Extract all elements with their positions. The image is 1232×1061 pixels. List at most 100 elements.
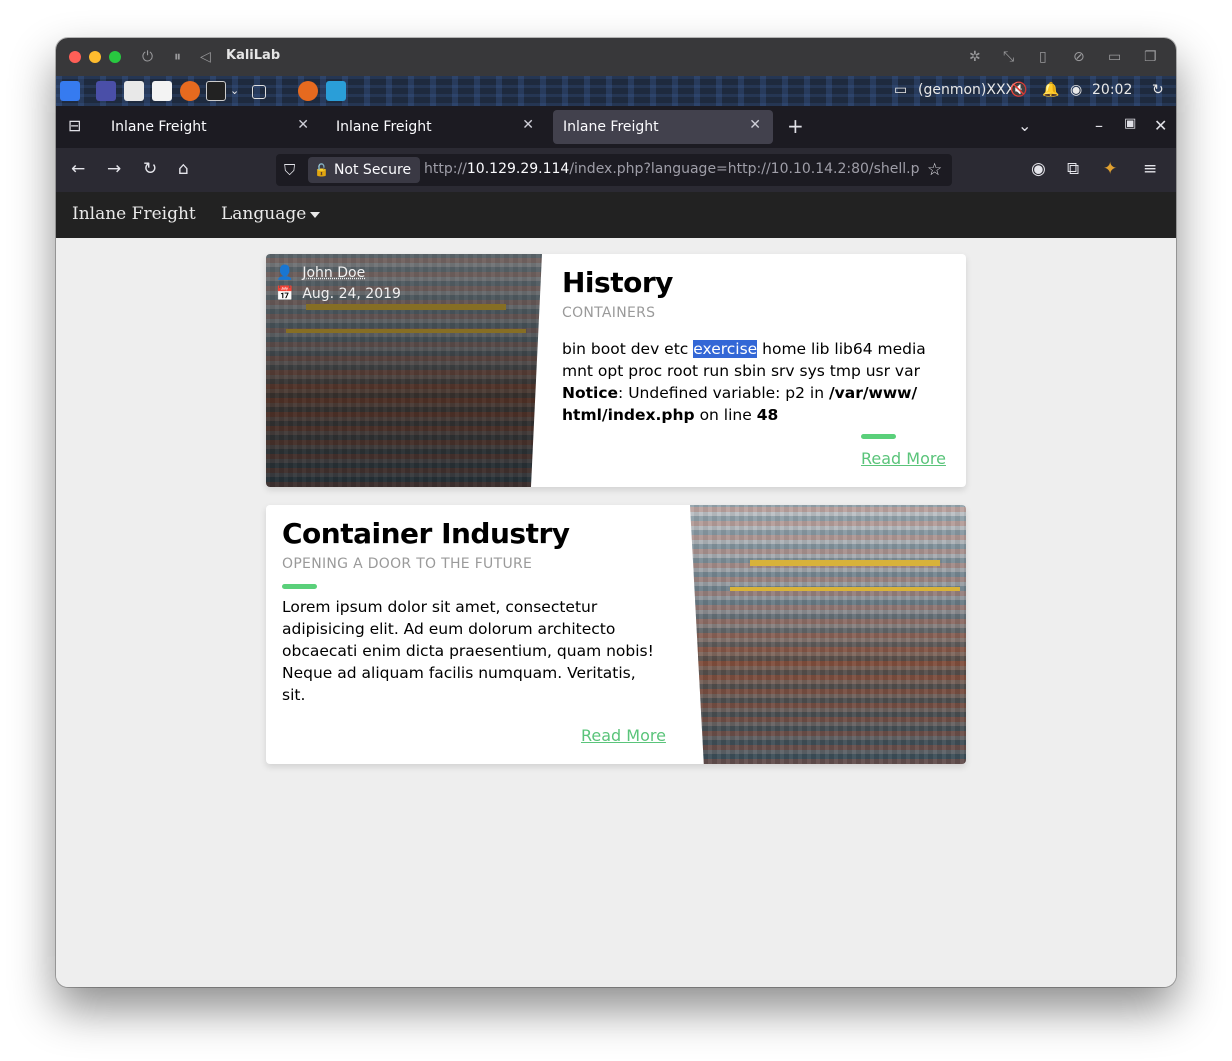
read-more-link[interactable]: Read More	[581, 726, 666, 745]
url-bar[interactable]: ⛉ 🔓 Not Secure http://10.129.29.114/inde…	[276, 154, 952, 186]
terminal-icon[interactable]	[206, 81, 226, 101]
windows-icon[interactable]: ❐	[1144, 47, 1157, 67]
spinner-icon[interactable]: ✲	[969, 47, 981, 67]
zoom-window-button[interactable]	[109, 51, 121, 63]
mute-icon[interactable]: 🔇	[1010, 82, 1027, 98]
post-subtitle: CONTAINERS	[562, 305, 656, 321]
lock-icon: 🔓	[314, 163, 329, 177]
crane-shape	[306, 304, 506, 310]
kali-panel: ⌄ ▭ (genmon)XXX 🔇 🔔 ◉ 20:02 ↻	[56, 76, 1176, 106]
crane-shape	[730, 587, 960, 591]
read-more-link[interactable]: Read More	[861, 449, 946, 468]
firefox-task-icon[interactable]	[298, 81, 318, 101]
close-window-button[interactable]	[69, 51, 81, 63]
post-title: History	[562, 266, 673, 299]
url-prefix: http://	[424, 161, 467, 177]
shield-icon[interactable]: ⛉	[284, 160, 295, 180]
power-manager-icon[interactable]: ◉	[1070, 82, 1082, 98]
tab-3[interactable]: Inlane Freight ✕	[553, 110, 773, 144]
php-notice: Notice: Undefined variable: p2 in /var/w…	[562, 384, 918, 402]
nav-toolbar: ← → ↻ ⌂ ⛉ 🔓 Not Secure http://10.129.29.…	[56, 148, 1176, 192]
vm-title: KaliLab	[226, 48, 281, 63]
account-icon[interactable]: ◉	[1031, 159, 1046, 179]
chevron-down-icon[interactable]: ⌄	[230, 84, 239, 97]
site-brand-link[interactable]: Inlane Freight	[72, 204, 196, 224]
kali-menu-icon[interactable]	[60, 81, 80, 101]
home-icon[interactable]: ⌂	[178, 159, 189, 179]
usb-icon[interactable]: ▯	[1039, 47, 1047, 67]
app-task-icon[interactable]	[326, 81, 346, 101]
new-tab-icon[interactable]: +	[787, 114, 804, 138]
workspace-icon[interactable]	[252, 85, 266, 99]
genmon-text: (genmon)XXX	[918, 82, 1016, 98]
url-text[interactable]: http://10.129.29.114/index.php?language=…	[424, 161, 920, 177]
tab-title: Inlane Freight	[111, 119, 207, 135]
back-triangle-icon[interactable]: ◁	[200, 47, 211, 67]
body-line: mnt opt proc root run sbin srv sys tmp u…	[562, 362, 920, 380]
bell-icon[interactable]: 🔔	[1042, 82, 1059, 98]
url-host: 10.129.29.114	[466, 161, 570, 177]
list-tabs-icon[interactable]: ⌄	[1018, 116, 1031, 135]
body-line: adipisicing elit. Ad eum dolorum archite…	[282, 620, 616, 638]
post-title: Container Industry	[282, 517, 570, 550]
pause-icon[interactable]: ⏸	[174, 47, 181, 67]
reload-icon[interactable]: ↻	[143, 159, 157, 179]
crane-shape	[286, 329, 526, 333]
power-icon[interactable]: ⏻	[142, 47, 153, 67]
close-icon[interactable]: ✕	[1154, 116, 1167, 135]
selected-text: exercise	[693, 340, 758, 358]
monitor-icon: ▭	[894, 82, 908, 98]
not-secure-label: Not Secure	[333, 162, 412, 178]
burp-extension-icon[interactable]: ✦	[1103, 159, 1117, 179]
refresh-icon[interactable]: ↻	[1152, 82, 1164, 98]
body-line: Lorem ipsum dolor sit amet, consectetur	[282, 598, 598, 616]
resize-icon[interactable]: ⤡	[1003, 47, 1014, 67]
language-label: Language	[221, 204, 307, 224]
tab-overview-icon[interactable]: ⊟	[68, 116, 81, 135]
accent-bar	[282, 584, 317, 589]
vm-window: ⏻ ⏸ ◁ KaliLab ✲ ⤡ ▯ ⊘ ▭ ❐ ⌄ ▭ (genmon)XX…	[56, 38, 1176, 987]
close-tab-icon[interactable]: ✕	[522, 117, 534, 133]
container-port-photo	[690, 505, 966, 764]
minimize-icon[interactable]: –	[1095, 116, 1103, 135]
minimize-window-button[interactable]	[89, 51, 101, 63]
tab-2[interactable]: Inlane Freight ✕	[326, 110, 546, 144]
language-dropdown[interactable]: Language	[221, 204, 321, 224]
site-navbar: Inlane Freight Language	[56, 192, 1176, 238]
calendar-icon: 📅	[276, 286, 294, 302]
accent-bar	[861, 434, 896, 439]
maximize-icon[interactable]: ▣	[1124, 116, 1136, 131]
sharing-icon[interactable]: ⊘	[1073, 47, 1085, 67]
forward-icon[interactable]: →	[107, 159, 121, 179]
back-icon[interactable]: ←	[71, 159, 85, 179]
caret-down-icon	[310, 211, 321, 218]
body-line: Neque ad aliquam facilis numquam. Verita…	[282, 664, 636, 682]
folder-icon[interactable]: ▭	[1108, 47, 1121, 67]
body-line: sit.	[282, 686, 306, 704]
tab-1[interactable]: Inlane Freight ✕	[101, 110, 321, 144]
bookmark-star-icon[interactable]: ☆	[927, 160, 942, 180]
post-body: Lorem ipsum dolor sit amet, consectetur …	[282, 596, 682, 706]
firefox-launcher-icon[interactable]	[180, 81, 200, 101]
hamburger-menu-icon[interactable]: ≡	[1143, 159, 1157, 179]
page-content: Inlane Freight Language 👤 John Doe 📅 Aug…	[56, 192, 1176, 987]
extensions-icon[interactable]: ⧉	[1067, 159, 1079, 179]
body-line: obcaecati enim dicta praesentium, quam n…	[282, 642, 654, 660]
post-subtitle: OPENING A DOOR TO THE FUTURE	[282, 556, 533, 572]
date-text: Aug. 24, 2019	[302, 286, 401, 302]
desktop-icon[interactable]	[96, 81, 116, 101]
close-tab-icon[interactable]: ✕	[749, 117, 761, 133]
body-line: bin boot dev etc exercise home lib lib64…	[562, 340, 926, 358]
text-editor-icon[interactable]	[152, 81, 172, 101]
post-card-container-industry: Container Industry OPENING A DOOR TO THE…	[266, 505, 966, 764]
site-security-indicator[interactable]: 🔓 Not Secure	[308, 157, 420, 183]
close-tab-icon[interactable]: ✕	[297, 117, 309, 133]
tab-title: Inlane Freight	[563, 119, 659, 135]
url-path: /index.php?language=http://10.10.14.2:80…	[569, 161, 920, 177]
clock[interactable]: 20:02	[1092, 82, 1132, 98]
crane-shape	[750, 560, 940, 566]
tab-strip: ⊟ Inlane Freight ✕ Inlane Freight ✕ Inla…	[56, 106, 1176, 148]
file-manager-icon[interactable]	[124, 81, 144, 101]
tab-title: Inlane Freight	[336, 119, 432, 135]
author-link[interactable]: John Doe	[302, 265, 365, 281]
